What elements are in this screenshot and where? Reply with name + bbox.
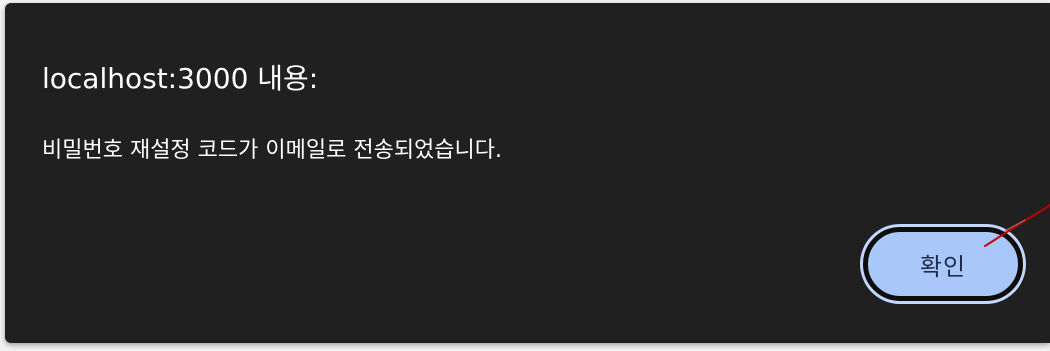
screen: localhost:3000 내용: 비밀번호 재설정 코드가 이메일로 전송되… [0, 0, 1050, 351]
dialog-title: localhost:3000 내용: [42, 62, 319, 95]
ok-button-label: 확인 [919, 252, 967, 281]
ok-button[interactable]: 확인 [863, 227, 1023, 301]
alert-dialog: localhost:3000 내용: 비밀번호 재설정 코드가 이메일로 전송되… [5, 3, 1050, 343]
dialog-message: 비밀번호 재설정 코드가 이메일로 전송되었습니다. [42, 138, 503, 163]
